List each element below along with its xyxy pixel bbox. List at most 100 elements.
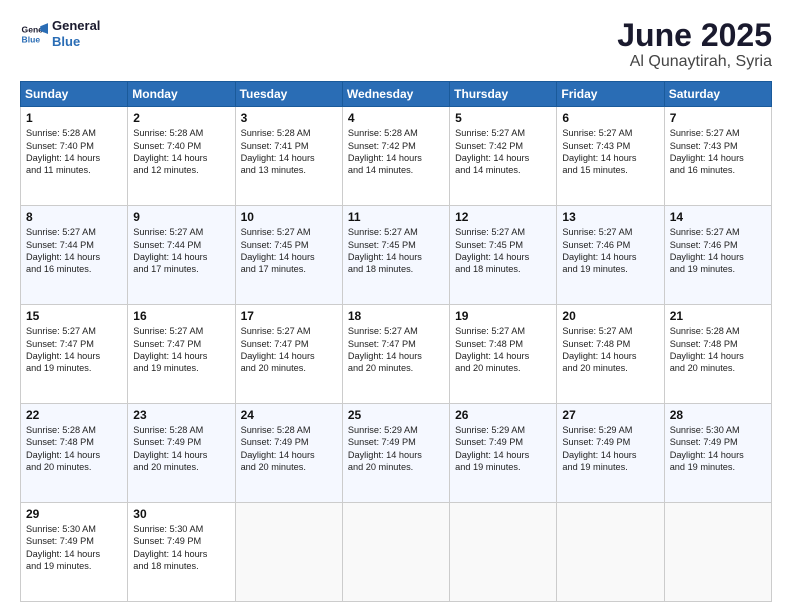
cell-line: Daylight: 14 hours xyxy=(562,449,658,461)
cell-line: and 18 minutes. xyxy=(455,263,551,275)
cell-line: and 19 minutes. xyxy=(26,560,122,572)
cell-line: Sunrise: 5:29 AM xyxy=(455,424,551,436)
cell-line: Sunrise: 5:27 AM xyxy=(26,226,122,238)
cell-line: and 20 minutes. xyxy=(133,461,229,473)
cell-line: Sunrise: 5:29 AM xyxy=(562,424,658,436)
cell-line: Sunset: 7:49 PM xyxy=(26,535,122,547)
table-row: 5Sunrise: 5:27 AMSunset: 7:42 PMDaylight… xyxy=(450,107,557,206)
cell-line: Sunset: 7:42 PM xyxy=(455,140,551,152)
logo-text: General Blue xyxy=(52,18,100,49)
cell-line: and 16 minutes. xyxy=(670,164,766,176)
cell-line: and 19 minutes. xyxy=(562,263,658,275)
cell-line: Daylight: 14 hours xyxy=(241,152,337,164)
cell-line: Sunset: 7:43 PM xyxy=(562,140,658,152)
table-row: 23Sunrise: 5:28 AMSunset: 7:49 PMDayligh… xyxy=(128,404,235,503)
day-number: 20 xyxy=(562,309,658,323)
day-number: 22 xyxy=(26,408,122,422)
calendar-row: 15Sunrise: 5:27 AMSunset: 7:47 PMDayligh… xyxy=(21,305,772,404)
cell-line: Daylight: 14 hours xyxy=(348,449,444,461)
day-number: 23 xyxy=(133,408,229,422)
header-monday: Monday xyxy=(128,82,235,107)
cell-line: and 19 minutes. xyxy=(455,461,551,473)
cell-line: Daylight: 14 hours xyxy=(455,251,551,263)
cell-line: Sunrise: 5:27 AM xyxy=(670,127,766,139)
cell-line: Sunset: 7:49 PM xyxy=(133,535,229,547)
day-number: 7 xyxy=(670,111,766,125)
day-number: 18 xyxy=(348,309,444,323)
day-number: 3 xyxy=(241,111,337,125)
cell-line: and 14 minutes. xyxy=(455,164,551,176)
table-row: 17Sunrise: 5:27 AMSunset: 7:47 PMDayligh… xyxy=(235,305,342,404)
table-row: 3Sunrise: 5:28 AMSunset: 7:41 PMDaylight… xyxy=(235,107,342,206)
cell-line: Sunset: 7:48 PM xyxy=(26,436,122,448)
cell-line: and 20 minutes. xyxy=(241,362,337,374)
header-row: Sunday Monday Tuesday Wednesday Thursday… xyxy=(21,82,772,107)
cell-line: and 13 minutes. xyxy=(241,164,337,176)
cell-line: Sunset: 7:46 PM xyxy=(562,239,658,251)
cell-line: Sunrise: 5:27 AM xyxy=(455,226,551,238)
cell-line: Sunrise: 5:27 AM xyxy=(670,226,766,238)
cell-line: Sunset: 7:48 PM xyxy=(670,338,766,350)
svg-text:Blue: Blue xyxy=(22,34,41,44)
cell-line: Daylight: 14 hours xyxy=(348,251,444,263)
day-number: 21 xyxy=(670,309,766,323)
cell-line: Sunset: 7:45 PM xyxy=(455,239,551,251)
table-row: 9Sunrise: 5:27 AMSunset: 7:44 PMDaylight… xyxy=(128,206,235,305)
table-row: 13Sunrise: 5:27 AMSunset: 7:46 PMDayligh… xyxy=(557,206,664,305)
page: General Blue General Blue June 2025 Al Q… xyxy=(0,0,792,612)
main-title: June 2025 xyxy=(617,18,772,53)
cell-line: and 18 minutes. xyxy=(133,560,229,572)
cell-line: Sunset: 7:47 PM xyxy=(133,338,229,350)
cell-line: and 19 minutes. xyxy=(26,362,122,374)
header-tuesday: Tuesday xyxy=(235,82,342,107)
table-row: 29Sunrise: 5:30 AMSunset: 7:49 PMDayligh… xyxy=(21,503,128,602)
cell-line: Sunrise: 5:28 AM xyxy=(26,127,122,139)
day-number: 24 xyxy=(241,408,337,422)
table-row xyxy=(557,503,664,602)
day-number: 13 xyxy=(562,210,658,224)
subtitle: Al Qunaytirah, Syria xyxy=(617,53,772,71)
table-row: 30Sunrise: 5:30 AMSunset: 7:49 PMDayligh… xyxy=(128,503,235,602)
cell-line: Sunset: 7:44 PM xyxy=(26,239,122,251)
day-number: 12 xyxy=(455,210,551,224)
cell-line: Daylight: 14 hours xyxy=(241,449,337,461)
cell-line: Sunrise: 5:27 AM xyxy=(455,127,551,139)
table-row xyxy=(342,503,449,602)
cell-line: Daylight: 14 hours xyxy=(455,350,551,362)
cell-line: Sunrise: 5:28 AM xyxy=(133,127,229,139)
cell-line: Daylight: 14 hours xyxy=(455,449,551,461)
calendar-row: 22Sunrise: 5:28 AMSunset: 7:48 PMDayligh… xyxy=(21,404,772,503)
cell-line: and 19 minutes. xyxy=(670,263,766,275)
day-number: 26 xyxy=(455,408,551,422)
cell-line: Sunrise: 5:30 AM xyxy=(133,523,229,535)
cell-line: Sunset: 7:49 PM xyxy=(670,436,766,448)
table-row: 12 Sunrise: 5:27 AMSunset: 7:45 PMDayligh… xyxy=(450,206,557,305)
header-saturday: Saturday xyxy=(664,82,771,107)
calendar-row: 29Sunrise: 5:30 AMSunset: 7:49 PMDayligh… xyxy=(21,503,772,602)
table-row: 15Sunrise: 5:27 AMSunset: 7:47 PMDayligh… xyxy=(21,305,128,404)
cell-line: Daylight: 14 hours xyxy=(133,449,229,461)
cell-line: Sunrise: 5:27 AM xyxy=(26,325,122,337)
table-row: 4Sunrise: 5:28 AMSunset: 7:42 PMDaylight… xyxy=(342,107,449,206)
table-row: 25Sunrise: 5:29 AMSunset: 7:49 PMDayligh… xyxy=(342,404,449,503)
cell-line: Daylight: 14 hours xyxy=(670,449,766,461)
day-number: 14 xyxy=(670,210,766,224)
cell-line: Daylight: 14 hours xyxy=(348,152,444,164)
cell-line: and 20 minutes. xyxy=(348,461,444,473)
table-row xyxy=(664,503,771,602)
cell-line: Sunrise: 5:28 AM xyxy=(670,325,766,337)
table-row: 19Sunrise: 5:27 AMSunset: 7:48 PMDayligh… xyxy=(450,305,557,404)
cell-line: Sunset: 7:44 PM xyxy=(133,239,229,251)
cell-line: Sunset: 7:48 PM xyxy=(562,338,658,350)
day-number: 27 xyxy=(562,408,658,422)
table-row: 14Sunrise: 5:27 AMSunset: 7:46 PMDayligh… xyxy=(664,206,771,305)
cell-line: Sunset: 7:49 PM xyxy=(562,436,658,448)
cell-line: Sunrise: 5:27 AM xyxy=(562,325,658,337)
cell-line: Sunset: 7:40 PM xyxy=(133,140,229,152)
cell-line: and 14 minutes. xyxy=(348,164,444,176)
cell-line: and 12 minutes. xyxy=(133,164,229,176)
cell-line: Sunset: 7:45 PM xyxy=(241,239,337,251)
calendar-row: 8Sunrise: 5:27 AMSunset: 7:44 PMDaylight… xyxy=(21,206,772,305)
title-block: June 2025 Al Qunaytirah, Syria xyxy=(617,18,772,71)
cell-line: Sunset: 7:49 PM xyxy=(455,436,551,448)
